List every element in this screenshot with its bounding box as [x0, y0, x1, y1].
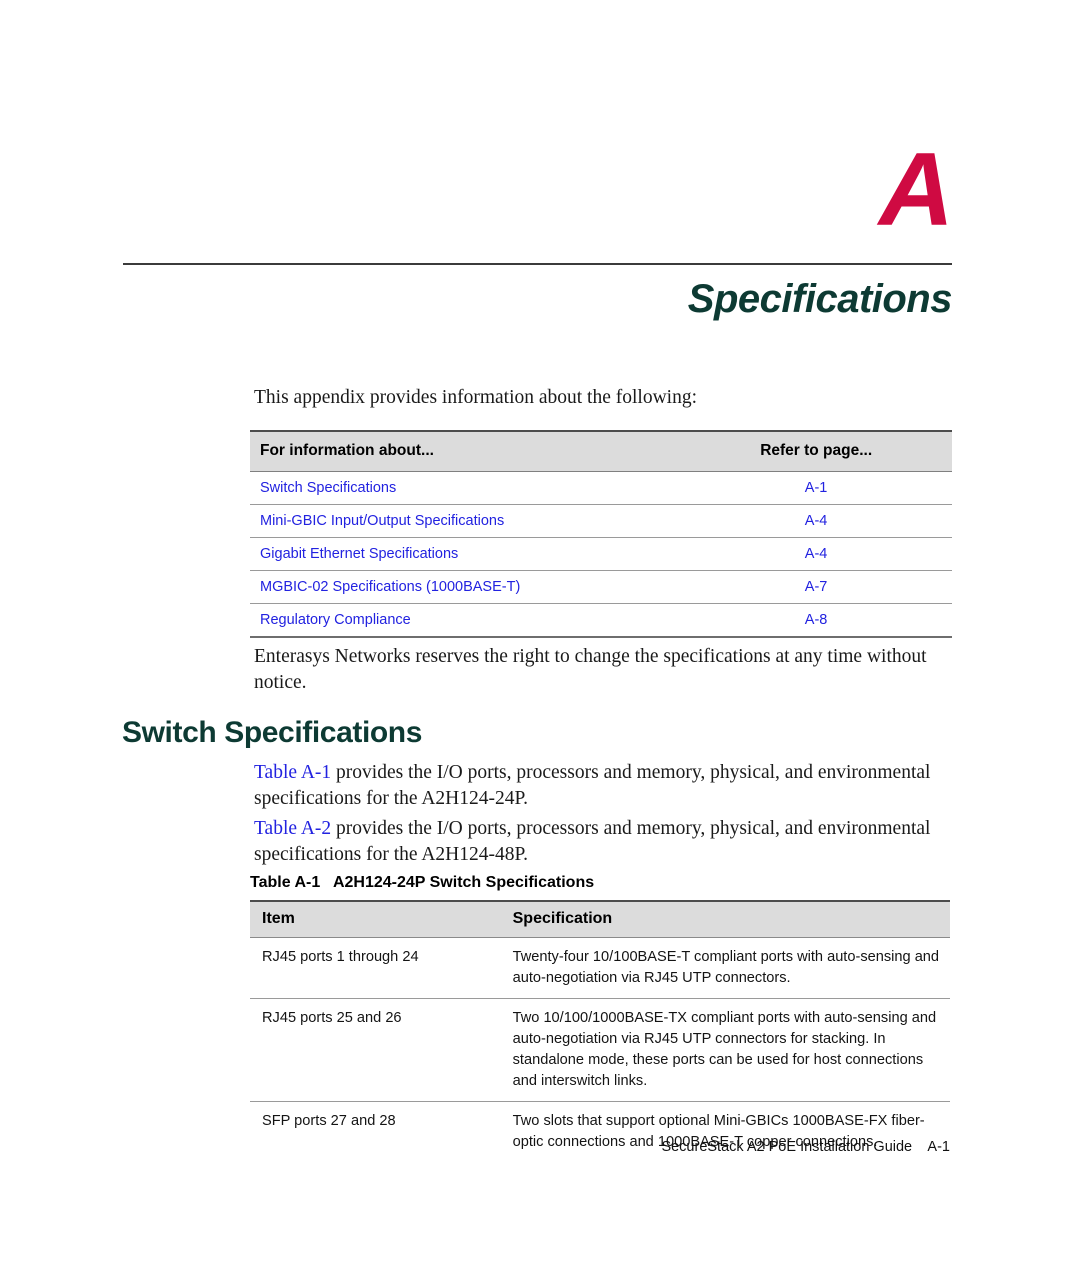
toc-page-switch-specifications[interactable]: A-1 — [748, 471, 952, 505]
table-row: RJ45 ports 25 and 26 Two 10/100/1000BASE… — [250, 998, 950, 1102]
spec-item-rj45-ports-25-26: RJ45 ports 25 and 26 — [250, 998, 501, 1102]
table-row[interactable]: Regulatory Compliance A-8 — [250, 603, 952, 638]
table-a1-intro-text: provides the I/O ports, processors and m… — [254, 762, 931, 809]
table-header-row: For information about... Refer to page..… — [250, 430, 952, 472]
table-row[interactable]: Gigabit Ethernet Specifications A-4 — [250, 537, 952, 571]
table-a2-intro-paragraph: Table A-2 provides the I/O ports, proces… — [254, 816, 954, 868]
table-row: RJ45 ports 1 through 24 Twenty-four 10/1… — [250, 937, 950, 999]
section-heading-switch-specifications: Switch Specifications — [122, 716, 423, 749]
toc-link-mini-gbic-io-specifications[interactable]: Mini-GBIC Input/Output Specifications — [250, 504, 749, 538]
toc-link-gigabit-ethernet-specifications[interactable]: Gigabit Ethernet Specifications — [250, 537, 749, 571]
information-table: For information about... Refer to page..… — [250, 430, 952, 638]
notice-paragraph: Enterasys Networks reserves the right to… — [254, 646, 927, 693]
xref-table-a1[interactable]: Table A-1 — [254, 762, 331, 783]
table-row[interactable]: MGBIC-02 Specifications (1000BASE-T) A-7 — [250, 570, 952, 604]
toc-page-gigabit-ethernet-specifications[interactable]: A-4 — [748, 537, 952, 571]
table-header-row: Item Specification — [250, 900, 950, 938]
header-divider — [123, 263, 952, 265]
spec-value-rj45-ports-25-26: Two 10/100/1000BASE-TX compliant ports w… — [500, 998, 950, 1102]
toc-page-mini-gbic-io-specifications[interactable]: A-4 — [748, 504, 952, 538]
page-footer: SecureStack A2 PoE Installation Guide A-… — [661, 1139, 950, 1155]
spec-table-caption: Table A-1 A2H124-24P Switch Specificatio… — [250, 874, 595, 891]
table-row[interactable]: Mini-GBIC Input/Output Specifications A-… — [250, 504, 952, 538]
table-a2-intro-text: provides the I/O ports, processors and m… — [254, 818, 931, 865]
appendix-letter: A — [878, 132, 954, 248]
spec-item-rj45-ports-1-24: RJ45 ports 1 through 24 — [250, 937, 501, 999]
toc-page-mgbic-02-specifications[interactable]: A-7 — [748, 570, 952, 604]
xref-table-a2[interactable]: Table A-2 — [254, 818, 331, 839]
intro-paragraph: This appendix provides information about… — [254, 387, 698, 408]
table-a1-intro-paragraph: Table A-1 provides the I/O ports, proces… — [254, 760, 954, 812]
spec-header-item: Item — [250, 900, 501, 938]
appendix-title: Specifications — [687, 277, 953, 321]
spec-header-specification: Specification — [500, 900, 950, 938]
toc-link-regulatory-compliance[interactable]: Regulatory Compliance — [250, 603, 749, 638]
toc-header-about: For information about... — [250, 430, 749, 472]
spec-table: Item Specification RJ45 ports 1 through … — [250, 900, 950, 1162]
toc-link-switch-specifications[interactable]: Switch Specifications — [250, 471, 749, 505]
spec-value-rj45-ports-1-24: Twenty-four 10/100BASE-T compliant ports… — [500, 937, 950, 999]
toc-page-regulatory-compliance[interactable]: A-8 — [748, 603, 952, 638]
toc-header-page: Refer to page... — [748, 430, 952, 472]
table-row[interactable]: Switch Specifications A-1 — [250, 471, 952, 505]
toc-link-mgbic-02-specifications[interactable]: MGBIC-02 Specifications (1000BASE-T) — [250, 570, 749, 604]
